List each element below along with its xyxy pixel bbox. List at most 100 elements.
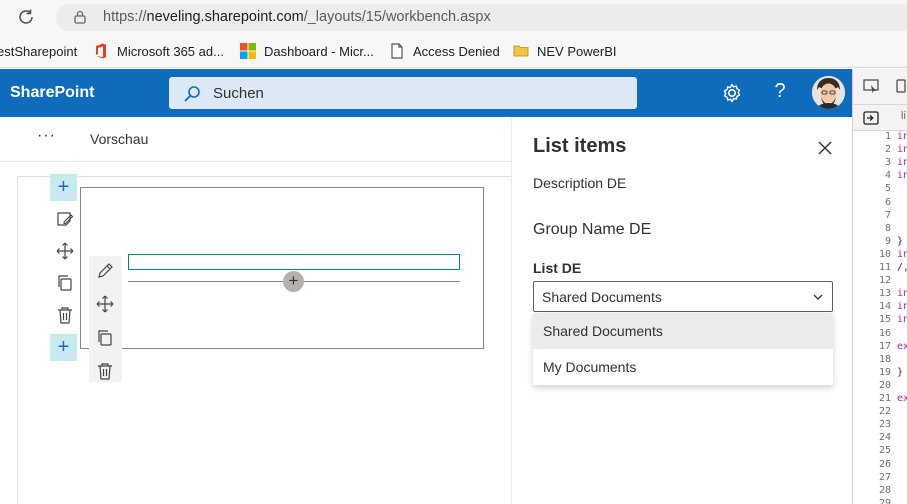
- devtools-toolbar: [853, 69, 907, 105]
- url-text[interactable]: https://neveling.sharepoint.com/_layouts…: [103, 9, 491, 25]
- move-section-icon[interactable]: [56, 242, 74, 260]
- move-webpart-icon[interactable]: [96, 295, 114, 313]
- dropdown-selected-value: Shared Documents: [542, 289, 662, 305]
- line-number: 10: [878, 248, 891, 260]
- line-number: 14: [878, 301, 891, 313]
- line-number: 8: [884, 222, 891, 234]
- avatar-image: [812, 76, 845, 109]
- bookmark-item[interactable]: Dashboard - Micr...: [240, 42, 374, 60]
- bookmark-label: NEV PowerBI: [537, 43, 617, 59]
- line-number: 22: [878, 406, 891, 418]
- bookmarks-bar: estSharepoint Microsoft 365 ad... Dashbo…: [0, 35, 907, 68]
- line-number: 27: [878, 471, 891, 483]
- duplicate-webpart-icon[interactable]: [96, 329, 114, 347]
- bookmark-item[interactable]: estSharepoint: [0, 42, 77, 60]
- code-fragment: /,: [897, 262, 907, 273]
- url-prefix: https://: [103, 9, 147, 25]
- devtools-tabs: li: [853, 105, 907, 131]
- pane-description: Description DE: [533, 175, 627, 191]
- sidebar-toggle-icon[interactable]: [863, 111, 879, 125]
- code-fragment: in: [897, 131, 907, 142]
- preview-button[interactable]: Vorschau: [90, 131, 148, 147]
- device-icon[interactable]: [893, 79, 907, 93]
- search-icon: [184, 86, 200, 102]
- line-number: 20: [878, 379, 891, 391]
- bookmark-label: Microsoft 365 ad...: [117, 43, 224, 59]
- reload-icon[interactable]: [16, 7, 36, 27]
- property-pane: List items Description DE Group Name DE …: [511, 117, 852, 504]
- line-number: 13: [878, 288, 891, 300]
- line-number: 11: [878, 262, 891, 273]
- bookmark-item[interactable]: Access Denied: [389, 42, 500, 60]
- group-name: Group Name DE: [533, 221, 652, 238]
- line-number: 29: [878, 497, 891, 504]
- line-number: 2: [884, 144, 891, 156]
- code-fragment: ex: [897, 340, 907, 352]
- line-number: 21: [878, 393, 891, 404]
- close-icon[interactable]: [818, 141, 832, 155]
- line-number: 17: [878, 340, 891, 352]
- more-options-button[interactable]: ···: [37, 127, 56, 145]
- dropdown-option-shared-documents[interactable]: Shared Documents: [533, 313, 833, 349]
- page-icon: [391, 43, 403, 59]
- app-title[interactable]: SharePoint: [10, 84, 94, 102]
- command-bar: ··· Vorschau: [0, 117, 511, 162]
- delete-section-icon[interactable]: [56, 306, 74, 324]
- devtools-panel: li 1 2 3 4 5 6 7 8 9 10 11 12 13 14 15 16 17 18 19 20 21 22 23…: [852, 69, 907, 504]
- bookmark-item[interactable]: Microsoft 365 ad...: [93, 42, 224, 60]
- duplicate-section-icon[interactable]: [56, 274, 74, 292]
- code-fragment: in: [897, 157, 907, 169]
- line-number: 18: [878, 353, 891, 365]
- line-number: 7: [884, 209, 891, 221]
- line-number: 15: [878, 314, 891, 326]
- bookmark-label: Dashboard - Micr...: [264, 43, 374, 59]
- line-number: 26: [878, 458, 891, 470]
- bookmark-label: estSharepoint: [0, 43, 78, 59]
- line-number: 4: [884, 170, 891, 182]
- edit-section-icon[interactable]: [56, 210, 74, 228]
- add-section-button[interactable]: +: [50, 174, 77, 201]
- chevron-down-icon: [813, 294, 823, 300]
- help-icon[interactable]: ?: [770, 80, 790, 103]
- line-number: 9: [884, 235, 891, 247]
- folder-icon: [513, 45, 529, 57]
- bookmark-label: Access Denied: [413, 43, 500, 59]
- office-icon: [96, 43, 106, 59]
- line-number: 5: [884, 183, 891, 195]
- code-fragment: }: [897, 235, 904, 247]
- gear-icon[interactable]: [721, 82, 743, 104]
- avatar[interactable]: [812, 76, 845, 109]
- dropdown-option-my-documents[interactable]: My Documents: [533, 349, 833, 385]
- suite-bar: SharePoint Suchen ?: [0, 69, 852, 117]
- browser-address-row: https://neveling.sharepoint.com/_layouts…: [0, 0, 907, 35]
- list-field-label: List DE: [533, 260, 582, 276]
- code-fragment: in: [897, 170, 907, 182]
- list-dropdown[interactable]: Shared Documents: [533, 281, 833, 312]
- code-fragment: ex: [897, 393, 907, 404]
- devtools-tab-label[interactable]: li: [901, 110, 906, 122]
- line-number: 3: [884, 157, 891, 169]
- add-section-button[interactable]: +: [50, 334, 77, 361]
- line-number: 12: [878, 275, 891, 287]
- url-path: /_layouts/15/workbench.aspx: [303, 9, 491, 25]
- search-placeholder: Suchen: [213, 85, 264, 102]
- delete-webpart-icon[interactable]: [96, 362, 114, 380]
- inspect-icon[interactable]: [863, 79, 879, 93]
- lock-icon[interactable]: [74, 10, 86, 24]
- search-box[interactable]: Suchen: [169, 77, 637, 109]
- code-fragment: in: [897, 144, 907, 156]
- code-fragment: in: [897, 288, 907, 300]
- line-number: 16: [878, 327, 891, 339]
- code-fragment: in: [897, 314, 907, 326]
- bookmark-item[interactable]: NEV PowerBI: [513, 42, 616, 60]
- line-number: 25: [878, 445, 891, 457]
- code-fragment: }: [897, 366, 904, 378]
- url-host: neveling.sharepoint.com: [146, 9, 304, 25]
- line-number: 19: [878, 366, 891, 378]
- webpart-input[interactable]: [128, 254, 460, 270]
- microsoft-logo-icon: [240, 43, 256, 59]
- add-webpart-button[interactable]: +: [283, 271, 304, 292]
- dropdown-options-list: Shared Documents My Documents: [533, 313, 833, 385]
- edit-webpart-icon[interactable]: [96, 262, 114, 280]
- code-fragment: in: [897, 301, 907, 313]
